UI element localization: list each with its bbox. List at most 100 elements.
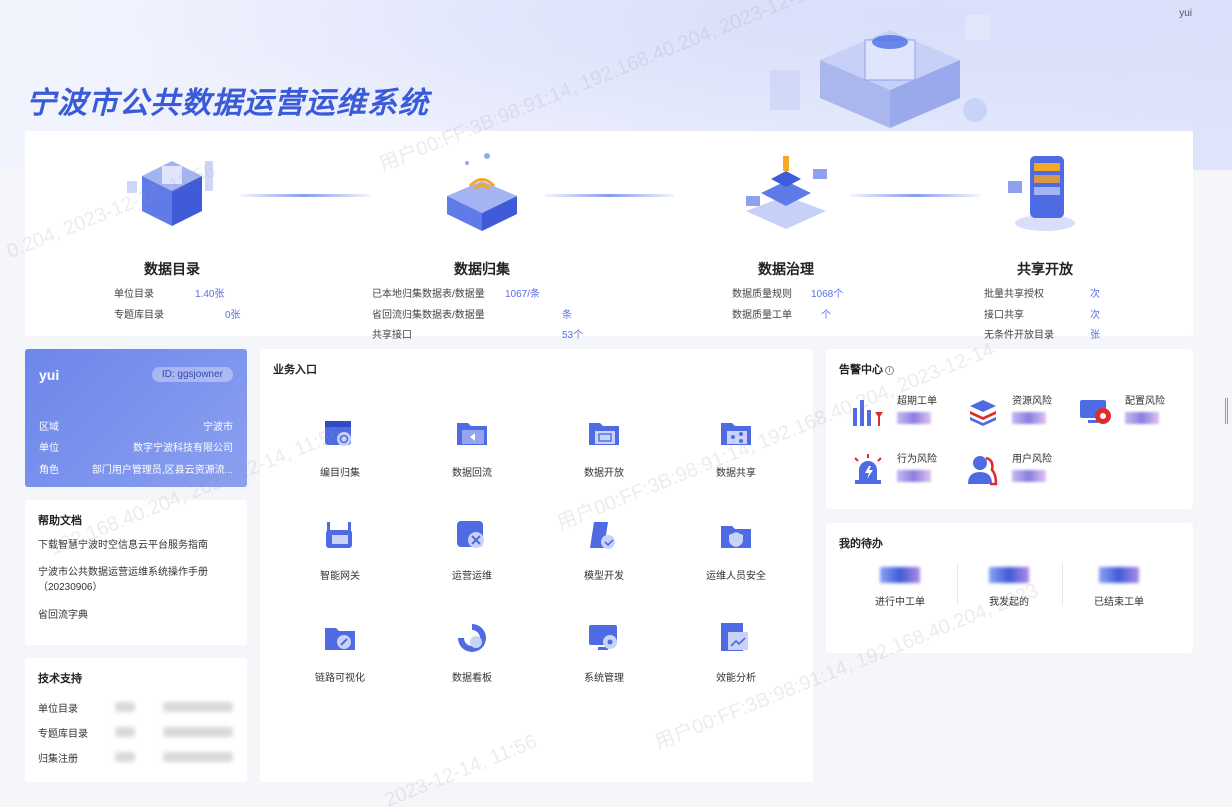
phone-share-icon	[1008, 156, 1075, 231]
system-icon	[589, 625, 617, 650]
stat-label: 无条件开放目录	[984, 330, 1054, 341]
biz-item-dashboard[interactable]: 数据看板	[422, 620, 522, 684]
biz-item-efficiency[interactable]: 效能分析	[686, 620, 786, 684]
user-region-row: 区域 宁波市	[39, 418, 233, 433]
biz-label: 编目归集	[320, 468, 360, 479]
todo-title: 我的待办	[839, 538, 883, 550]
biz-title: 业务入口	[273, 364, 317, 376]
gateway-icon	[326, 522, 352, 548]
biz-item-link-visual[interactable]: 链路可视化	[290, 620, 390, 684]
user-role-row: 角色 部门用户管理员,区县云资源流...	[39, 461, 233, 476]
user-id-badge: ID: ggsjowner	[151, 367, 233, 382]
biz-label: 运营运维	[452, 571, 492, 582]
alarm-title-text: 告警中心	[839, 364, 883, 376]
biz-label: 数据回流	[452, 468, 492, 479]
tech-title: 技术支持	[38, 673, 82, 685]
alarm-value	[1012, 470, 1046, 482]
governance-stack-icon	[746, 156, 827, 229]
help-title: 帮助文档	[38, 515, 82, 527]
redacted-value	[115, 752, 135, 762]
bar-chart-icon	[853, 400, 883, 426]
config-gear-icon	[1080, 400, 1111, 424]
todo-count	[989, 567, 1029, 583]
folder-shield-icon	[721, 526, 751, 548]
tech-row-label: 专题库目录	[38, 729, 88, 740]
todo-initiated[interactable]: 我发起的	[957, 567, 1061, 608]
stat-value: 1.40张	[195, 289, 225, 300]
model-icon	[590, 522, 615, 549]
business-entry-card: 业务入口 编目归集 数据回流 数据开放 数据共享 智能网关 运营运维 模型开发 …	[260, 349, 813, 782]
todo-in-progress[interactable]: 进行中工单	[848, 567, 952, 608]
help-link[interactable]: 省回流字典	[38, 608, 238, 623]
layers-icon	[970, 400, 996, 426]
alarm-label: 配置风险	[1125, 396, 1165, 407]
current-user[interactable]: yui	[1179, 8, 1192, 19]
catalog-icon	[325, 421, 351, 446]
row-value: 部门用户管理员,区县云资源流...	[91, 465, 233, 476]
alarm-value	[1125, 412, 1159, 424]
stat-value: 次	[1090, 289, 1100, 300]
biz-item-ops-security[interactable]: 运维人员安全	[686, 518, 786, 582]
help-link[interactable]: 宁波市公共数据运营运维系统操作手册（20230906）	[38, 565, 238, 595]
stat-value: 1067/条	[505, 289, 541, 300]
tools-icon	[457, 521, 484, 548]
biz-label: 系统管理	[584, 673, 624, 684]
stat-label: 共享接口	[372, 330, 412, 341]
todo-count	[880, 567, 920, 583]
stat-value: 1068个	[811, 289, 844, 300]
user-name: yui	[39, 367, 60, 383]
stat-value: 0张	[225, 310, 241, 321]
stat-label: 批量共享授权	[984, 289, 1044, 300]
folder-share-icon	[721, 423, 751, 445]
alarm-center-card: 告警中心 i 超期工单 资源风险 配置风险 行为风险 用户风险	[826, 349, 1193, 509]
biz-item-gateway[interactable]: 智能网关	[290, 518, 390, 582]
my-todo-card: 我的待办 进行中工单 我发起的 已结束工单	[826, 523, 1193, 653]
row-label: 单位	[39, 443, 59, 454]
biz-item-data-share[interactable]: 数据共享	[686, 415, 786, 479]
row-value: 数字宁波科技有限公司	[133, 443, 233, 454]
stat-label: 接口共享	[984, 310, 1024, 321]
alarm-value	[897, 470, 931, 482]
redacted-value	[163, 752, 233, 762]
stat-title: 数据归集	[454, 261, 510, 277]
alarm-label: 行为风险	[897, 454, 937, 465]
row-label: 区域	[39, 422, 59, 433]
stat-value: 次	[1090, 310, 1100, 321]
biz-item-catalog[interactable]: 编目归集	[290, 415, 390, 479]
redacted-value	[115, 727, 135, 737]
help-link[interactable]: 下载智慧宁波时空信息云平台服务指南	[38, 538, 238, 553]
biz-item-data-return[interactable]: 数据回流	[422, 415, 522, 479]
stat-value: 53个	[562, 330, 584, 341]
resize-handle[interactable]	[1225, 398, 1228, 424]
biz-item-data-open[interactable]: 数据开放	[554, 415, 654, 479]
hero-illustration	[770, 15, 990, 128]
biz-label: 链路可视化	[315, 673, 365, 684]
catalog-cube-icon	[127, 161, 213, 226]
biz-label: 模型开发	[584, 571, 624, 582]
connector-line	[545, 194, 675, 197]
alarm-label: 用户风险	[1012, 454, 1052, 465]
analysis-icon	[721, 623, 748, 651]
biz-item-system-admin[interactable]: 系统管理	[554, 620, 654, 684]
biz-label: 智能网关	[320, 571, 360, 582]
biz-item-operations[interactable]: 运营运维	[422, 518, 522, 582]
stat-label: 省回流归集数据表/数据量	[372, 310, 485, 321]
stat-value: 张	[1090, 330, 1100, 341]
info-icon[interactable]: i	[885, 366, 894, 375]
biz-label: 效能分析	[716, 673, 756, 684]
biz-item-model-dev[interactable]: 模型开发	[554, 518, 654, 582]
row-label: 角色	[39, 465, 59, 476]
redacted-value	[163, 702, 233, 712]
folder-return-icon	[457, 423, 487, 445]
user-info-card: yui ID: ggsjowner 区域 宁波市 单位 数字宁波科技有限公司 角…	[25, 349, 247, 487]
stats-panel: 数据目录 单位目录 1.40张 专题库目录 0张 数据归集 已本地归集数据表/数…	[25, 131, 1193, 341]
divider	[1062, 563, 1063, 605]
todo-finished[interactable]: 已结束工单	[1067, 567, 1171, 608]
biz-label: 数据共享	[716, 468, 756, 479]
alarm-value	[897, 412, 931, 424]
connector-line	[850, 194, 980, 197]
connector-line	[240, 194, 370, 197]
todo-count	[1099, 567, 1139, 583]
help-docs-card: 帮助文档 下载智慧宁波时空信息云平台服务指南 宁波市公共数据运营运维系统操作手册…	[25, 500, 247, 645]
redacted-value	[163, 727, 233, 737]
